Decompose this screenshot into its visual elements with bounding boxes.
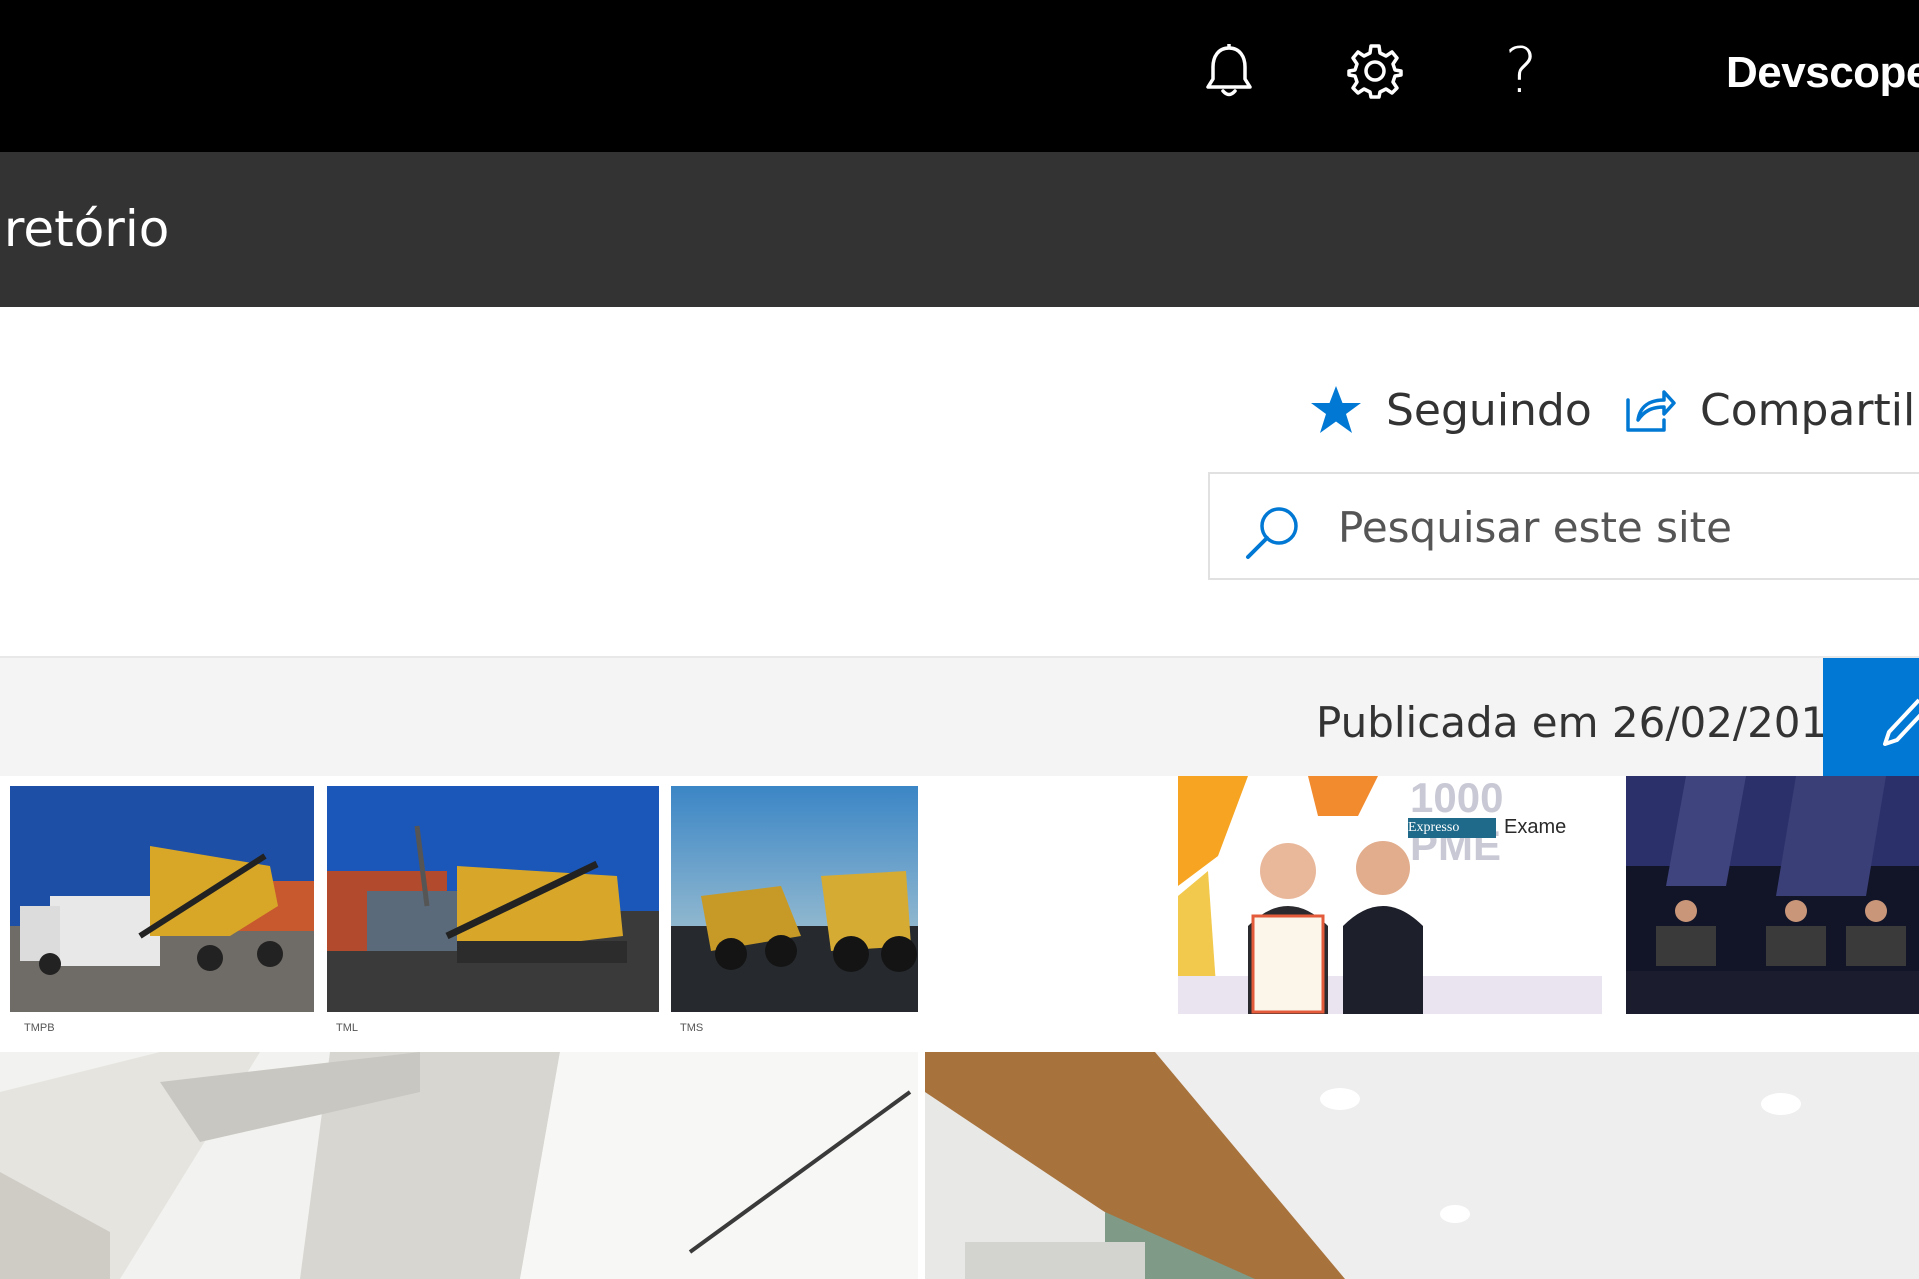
award-banner-brand-left: Expresso — [1408, 818, 1496, 838]
bell-icon — [1206, 44, 1252, 97]
pencil-icon — [1883, 698, 1919, 746]
settings-button[interactable] — [1340, 36, 1410, 106]
photo-architecture-left-image — [0, 1052, 918, 1279]
photo-award[interactable]: 1000 PME Expresso Exame — [1178, 776, 1602, 1014]
photo-architecture-right[interactable] — [925, 1052, 1919, 1279]
photo-architecture-right-image — [925, 1052, 1919, 1279]
photo-panel[interactable] — [1626, 776, 1919, 1014]
help-icon: ? — [1504, 34, 1538, 107]
site-search[interactable] — [1208, 472, 1919, 580]
edit-button[interactable] — [1823, 658, 1919, 778]
photo-tmpb-image — [10, 786, 314, 1012]
share-label: Compartilha — [1700, 384, 1919, 436]
share-button[interactable]: Compartilha — [1624, 380, 1919, 440]
follow-label: Seguindo — [1386, 384, 1592, 436]
help-button[interactable]: ? — [1486, 36, 1556, 106]
notifications-button[interactable] — [1194, 36, 1264, 106]
photo-tms[interactable] — [671, 786, 918, 1012]
photo-tms-image — [671, 786, 918, 1012]
site-title[interactable]: iretório — [0, 200, 169, 258]
star-icon — [1311, 386, 1361, 433]
site-header: iretório — [0, 152, 1919, 307]
caption-tmpb: TMPB — [24, 1022, 55, 1034]
user-name[interactable]: Devscope — [1726, 48, 1919, 98]
photo-tmpb[interactable] — [10, 786, 314, 1012]
photo-tml-image — [327, 786, 659, 1012]
follow-button[interactable]: Seguindo — [1310, 380, 1592, 440]
photo-architecture-left[interactable] — [0, 1052, 918, 1279]
gear-icon — [1347, 44, 1403, 99]
caption-tms: TMS — [680, 1022, 704, 1034]
share-icon — [1626, 390, 1676, 432]
caption-tml: TML — [336, 1022, 358, 1034]
published-date: Publicada em 26/02/2018 — [1316, 698, 1854, 747]
award-banner-brand-right: Exame — [1504, 816, 1567, 838]
suite-bar: ? Devscope — [0, 0, 1919, 152]
page-status-bar: Publicada em 26/02/2018 — [0, 656, 1919, 778]
photo-panel-image — [1626, 776, 1919, 1014]
search-input[interactable] — [1336, 496, 1919, 558]
photo-tml[interactable] — [327, 786, 659, 1012]
search-icon — [1246, 507, 1298, 559]
